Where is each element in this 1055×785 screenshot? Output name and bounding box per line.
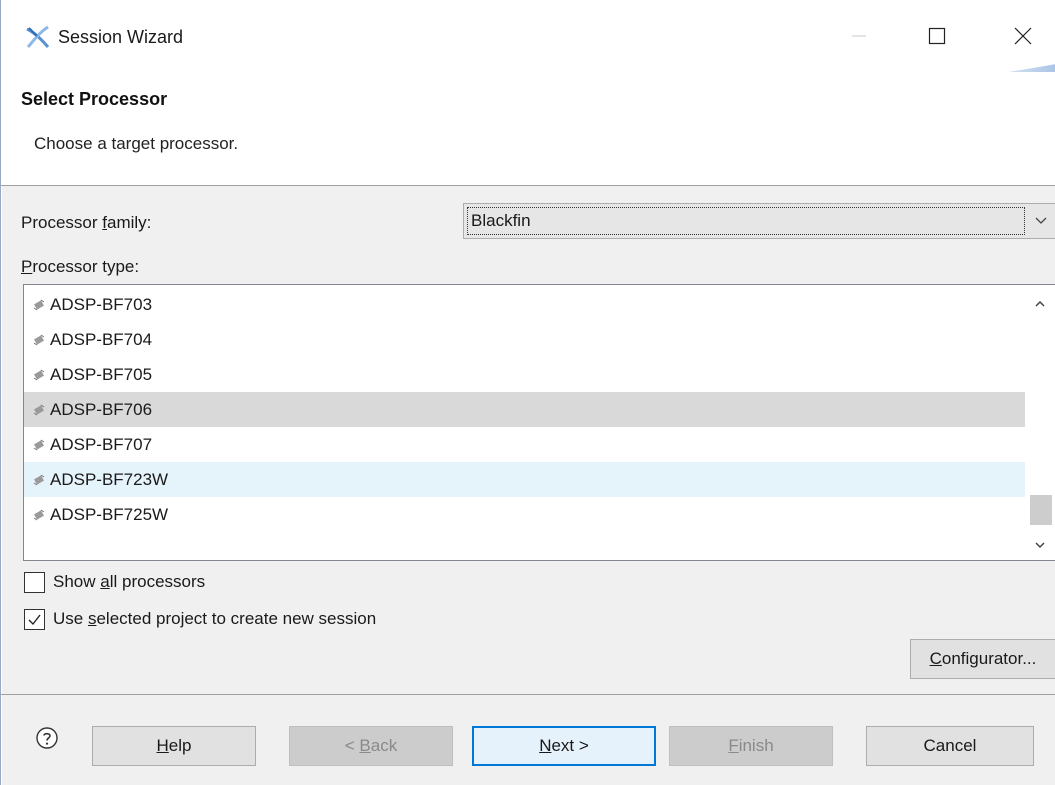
help-icon[interactable] (35, 726, 59, 750)
list-item[interactable]: ADSP-BF704 (24, 322, 1026, 357)
cancel-button[interactable]: Cancel (866, 726, 1034, 766)
checkbox-unchecked[interactable] (24, 571, 45, 593)
minimize-button[interactable] (831, 18, 887, 54)
session-wizard-window: Session Wizard Select Processor Choose a… (0, 0, 1055, 785)
processor-name: ADSP-BF705 (50, 364, 153, 384)
page-title: Select Processor (21, 89, 168, 109)
processor-type-label: Processor type: (21, 257, 140, 276)
chip-icon (33, 509, 45, 520)
list-item[interactable]: ADSP-BF705 (24, 357, 1026, 392)
show-all-label: Show all processors (53, 572, 206, 591)
wizard-footer: Help < Back Next > Finish Cancel (2, 695, 1055, 785)
chip-icon (33, 439, 45, 450)
configurator-button[interactable]: Configurator... (910, 639, 1055, 679)
chip-icon (33, 404, 45, 415)
list-item[interactable]: ADSP-BF725W (24, 497, 1026, 532)
processor-name: ADSP-BF725W (50, 504, 169, 524)
scroll-down-button[interactable] (1025, 530, 1055, 560)
page-description: Choose a target processor. (34, 134, 239, 153)
processor-type-list[interactable]: ADSP-BF703 ADSP-BF704 ADSP-BF705 ADSP-BF… (23, 284, 1055, 561)
finish-button[interactable]: Finish (669, 726, 833, 766)
checkmark-icon (28, 614, 41, 625)
processor-name: ADSP-BF723W (50, 469, 169, 489)
list-item-hovered[interactable]: ADSP-BF723W (24, 462, 1026, 497)
vertical-scrollbar[interactable] (1025, 285, 1055, 560)
close-button[interactable] (995, 18, 1051, 54)
chip-icon (33, 474, 45, 485)
back-button[interactable]: < Back (289, 726, 453, 766)
title-bar[interactable]: Session Wizard (1, 0, 1055, 84)
chip-icon (33, 369, 45, 380)
app-icon (26, 25, 50, 48)
scrollbar-thumb[interactable] (1030, 495, 1052, 525)
chevron-up-icon (1035, 300, 1045, 307)
wizard-content: Processor family: Blackfin Processor typ… (2, 186, 1055, 694)
maximize-icon (928, 27, 946, 45)
chip-icon (33, 334, 45, 345)
wizard-header: Select Processor Choose a target process… (1, 72, 1055, 186)
list-item[interactable]: ADSP-BF703 (24, 287, 1026, 322)
use-selected-project-checkbox[interactable]: Use selected project to create new sessi… (24, 606, 376, 632)
minimize-icon (852, 35, 866, 37)
processor-name: ADSP-BF707 (50, 434, 153, 454)
next-button[interactable]: Next > (472, 726, 656, 766)
scroll-up-button[interactable] (1025, 289, 1055, 319)
chevron-down-icon (1035, 542, 1045, 549)
chevron-down-icon (1035, 217, 1047, 224)
window-title: Session Wizard (58, 27, 184, 47)
processor-family-value: Blackfin (467, 207, 1025, 235)
processor-family-dropdown[interactable]: Blackfin (463, 203, 1055, 239)
use-selected-label: Use selected project to create new sessi… (53, 609, 377, 628)
list-item-selected[interactable]: ADSP-BF706 (24, 392, 1026, 427)
close-icon (1014, 27, 1032, 45)
processor-family-label: Processor family: (21, 213, 152, 232)
chip-icon (33, 299, 45, 310)
processor-name: ADSP-BF704 (50, 329, 153, 349)
processor-name: ADSP-BF706 (50, 399, 153, 419)
checkbox-checked[interactable] (24, 608, 45, 630)
processor-name: ADSP-BF703 (50, 294, 153, 314)
list-item[interactable]: ADSP-BF707 (24, 427, 1026, 462)
show-all-processors-checkbox[interactable]: Show all processors (24, 569, 205, 595)
help-button[interactable]: Help (92, 726, 256, 766)
maximize-button[interactable] (909, 18, 965, 54)
